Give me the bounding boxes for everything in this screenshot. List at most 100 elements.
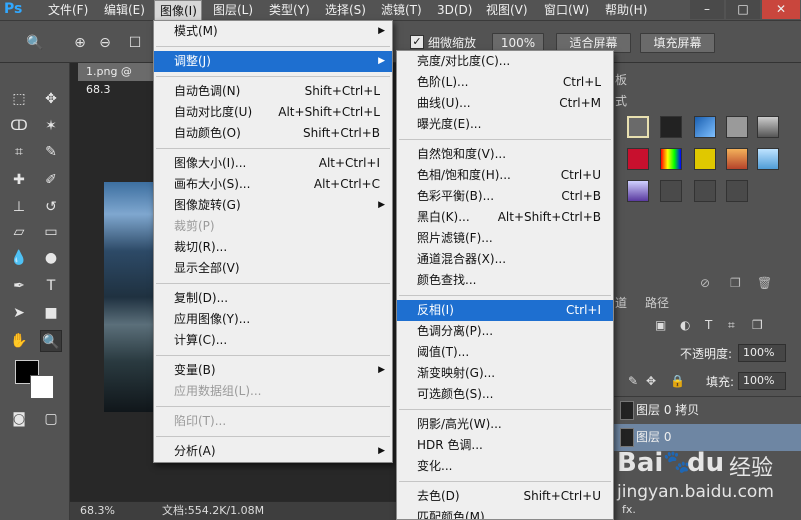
menu-item[interactable]: 计算(C)... bbox=[154, 330, 392, 351]
crop-tool-icon[interactable]: ⌗ bbox=[8, 141, 30, 163]
menu-item[interactable]: 渐变映射(G)... bbox=[397, 363, 613, 384]
maximize-button[interactable]: □ bbox=[726, 0, 760, 19]
menu-item[interactable]: 匹配颜色(M)... bbox=[397, 507, 613, 519]
zoom-tool-icon[interactable]: 🔍 bbox=[25, 33, 45, 53]
lock-brush-icon[interactable]: ✎ bbox=[628, 374, 638, 388]
filter-type-icon[interactable]: T bbox=[705, 318, 712, 332]
menu-item[interactable]: 显示全部(V) bbox=[154, 258, 392, 279]
menu-file[interactable]: 文件(F) bbox=[48, 0, 88, 21]
style-swatch[interactable] bbox=[660, 148, 682, 170]
channels-tab-fragment[interactable]: 道 bbox=[615, 295, 627, 312]
menu-filter[interactable]: 滤镜(T) bbox=[381, 0, 422, 21]
quick-mask-icon[interactable]: ◙ bbox=[8, 408, 30, 430]
menu-item[interactable]: 图像旋转(G) ▶ bbox=[154, 195, 392, 216]
style-swatch[interactable] bbox=[726, 148, 748, 170]
style-swatch[interactable] bbox=[694, 116, 716, 138]
history-brush-icon[interactable]: ↺ bbox=[40, 196, 62, 218]
menu-help[interactable]: 帮助(H) bbox=[605, 0, 647, 21]
blur-tool-icon[interactable]: 💧 bbox=[8, 247, 30, 269]
menu-item[interactable]: 色相/饱和度(H)... Ctrl+U bbox=[397, 165, 613, 186]
menu-item[interactable]: 曲线(U)... Ctrl+M bbox=[397, 93, 613, 114]
menu-item[interactable]: HDR 色调... bbox=[397, 435, 613, 456]
canvas-image[interactable] bbox=[104, 182, 154, 412]
layer-row-selected[interactable]: 图层 0 bbox=[612, 424, 801, 451]
menu-item[interactable]: 分析(A) ▶ bbox=[154, 441, 392, 462]
menu-item[interactable]: 色调分离(P)... bbox=[397, 321, 613, 342]
style-swatch[interactable] bbox=[627, 116, 649, 138]
eyedropper-icon[interactable]: ✎ bbox=[40, 141, 62, 163]
resize-windows-checkbox-icon[interactable]: ☐ bbox=[125, 33, 145, 53]
menu-item[interactable]: 复制(D)... bbox=[154, 288, 392, 309]
style-swatch[interactable] bbox=[694, 148, 716, 170]
healing-brush-icon[interactable]: ✚ bbox=[8, 169, 30, 191]
menu-item[interactable]: 阈值(T)... bbox=[397, 342, 613, 363]
menu-item[interactable]: 调整(J) ▶ bbox=[154, 51, 392, 72]
move-tool-icon[interactable]: ✥ bbox=[40, 88, 62, 110]
menu-3d[interactable]: 3D(D) bbox=[437, 0, 472, 21]
menu-view[interactable]: 视图(V) bbox=[486, 0, 528, 21]
zoom-in-icon[interactable]: ⊕ bbox=[70, 33, 90, 53]
menu-window[interactable]: 窗口(W) bbox=[544, 0, 589, 21]
filter-pixel-icon[interactable]: ▣ bbox=[655, 318, 666, 332]
menu-item[interactable]: 通道混合器(X)... bbox=[397, 249, 613, 270]
zoom-level[interactable]: 68.3% bbox=[80, 502, 115, 520]
screen-mode-icon[interactable]: ▢ bbox=[40, 408, 62, 430]
clear-style-icon[interactable]: ⊘ bbox=[700, 276, 710, 290]
menu-select[interactable]: 选择(S) bbox=[325, 0, 366, 21]
menu-item[interactable]: 应用图像(Y)... bbox=[154, 309, 392, 330]
menu-item[interactable]: 阴影/高光(W)... bbox=[397, 414, 613, 435]
lock-move-icon[interactable]: ✥ bbox=[646, 374, 656, 388]
close-button[interactable]: ✕ bbox=[762, 0, 800, 19]
trash-icon[interactable]: 🗑 bbox=[757, 276, 772, 290]
minimize-button[interactable]: – bbox=[690, 0, 724, 19]
menu-item[interactable]: 去色(D) Shift+Ctrl+U bbox=[397, 486, 613, 507]
menu-item[interactable]: 亮度/对比度(C)... bbox=[397, 51, 613, 72]
menu-item[interactable]: 模式(M) ▶ bbox=[154, 21, 392, 42]
menu-item[interactable]: 变量(B) ▶ bbox=[154, 360, 392, 381]
style-swatch[interactable] bbox=[660, 116, 682, 138]
menu-item[interactable]: 曝光度(E)... bbox=[397, 114, 613, 135]
new-style-icon[interactable]: ❐ bbox=[730, 276, 741, 290]
menu-item[interactable]: 自动对比度(U) Alt+Shift+Ctrl+L bbox=[154, 102, 392, 123]
menu-item[interactable]: 自动色调(N) Shift+Ctrl+L bbox=[154, 81, 392, 102]
menu-item[interactable]: 裁切(R)... bbox=[154, 237, 392, 258]
menu-item[interactable]: 黑白(K)... Alt+Shift+Ctrl+B bbox=[397, 207, 613, 228]
style-swatch[interactable] bbox=[726, 180, 748, 202]
menu-item[interactable]: 反相(I) Ctrl+I bbox=[397, 300, 613, 321]
menu-image[interactable]: 图像(I) bbox=[154, 0, 202, 21]
style-swatch[interactable] bbox=[757, 148, 779, 170]
clone-stamp-icon[interactable]: ⊥ bbox=[8, 196, 30, 218]
path-select-icon[interactable]: ➤ bbox=[8, 302, 30, 324]
menu-item[interactable]: 变化... bbox=[397, 456, 613, 477]
fill-field[interactable]: 100% bbox=[738, 372, 786, 390]
layer-row[interactable]: 图层 0 拷贝 bbox=[612, 396, 801, 423]
zoom-tool-icon[interactable]: 🔍 bbox=[40, 330, 62, 352]
menu-item[interactable]: 图像大小(I)... Alt+Ctrl+I bbox=[154, 153, 392, 174]
fill-screen-button[interactable]: 填充屏幕 bbox=[640, 33, 715, 53]
style-swatch[interactable] bbox=[627, 148, 649, 170]
brush-tool-icon[interactable]: ✐ bbox=[40, 169, 62, 191]
filter-smart-icon[interactable]: ❒ bbox=[752, 318, 763, 332]
dodge-tool-icon[interactable]: ● bbox=[40, 247, 62, 269]
filter-shape-icon[interactable]: ⌗ bbox=[728, 318, 735, 333]
lasso-tool-icon[interactable]: ↀ bbox=[8, 115, 30, 137]
hand-tool-icon[interactable]: ✋ bbox=[8, 330, 30, 352]
zoom-out-icon[interactable]: ⊖ bbox=[95, 33, 115, 53]
menu-item[interactable]: 色彩平衡(B)... Ctrl+B bbox=[397, 186, 613, 207]
lock-all-icon[interactable]: 🔒 bbox=[670, 374, 685, 388]
menu-item[interactable]: 色阶(L)... Ctrl+L bbox=[397, 72, 613, 93]
styles-tab-fragment[interactable]: 式 bbox=[615, 93, 627, 110]
gradient-tool-icon[interactable]: ▭ bbox=[40, 221, 62, 243]
background-color-swatch[interactable] bbox=[30, 375, 54, 399]
style-swatch[interactable] bbox=[627, 180, 649, 202]
menu-item[interactable]: 画布大小(S)... Alt+Ctrl+C bbox=[154, 174, 392, 195]
menu-item[interactable]: 可选颜色(S)... bbox=[397, 384, 613, 405]
menu-item[interactable]: 颜色查找... bbox=[397, 270, 613, 291]
style-swatch[interactable] bbox=[660, 180, 682, 202]
rectangle-tool-icon[interactable]: ■ bbox=[40, 302, 62, 324]
style-swatch[interactable] bbox=[757, 116, 779, 138]
eraser-icon[interactable]: ▱ bbox=[8, 221, 30, 243]
paths-tab[interactable]: 路径 bbox=[645, 295, 669, 312]
scrubby-zoom-checkbox[interactable]: ✓ bbox=[410, 35, 424, 49]
style-swatch[interactable] bbox=[694, 180, 716, 202]
